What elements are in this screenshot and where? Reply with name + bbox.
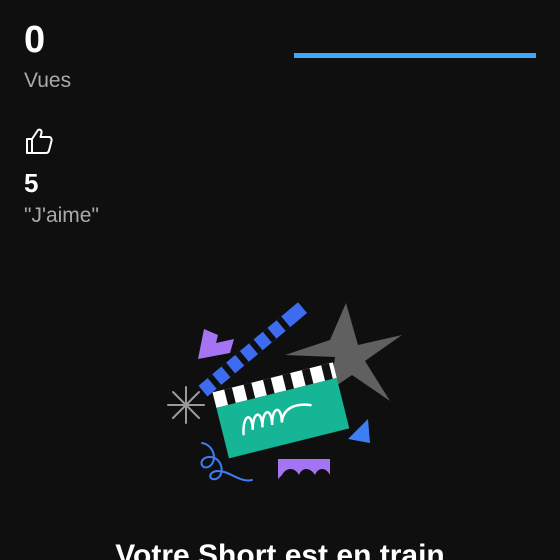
upload-progress-bar	[294, 53, 536, 58]
likes-label: "J'aime"	[24, 204, 99, 227]
thumbs-up-icon	[26, 128, 53, 154]
purple-shape	[198, 329, 234, 359]
upload-status-text: Votre Short est en train	[115, 539, 445, 560]
clapper-board	[212, 362, 350, 459]
views-label: Vues	[24, 69, 72, 92]
sparkle-shape	[167, 386, 205, 424]
blue-triangle	[348, 419, 370, 443]
clapperboard-illustration	[167, 302, 402, 482]
purple-arch	[278, 459, 330, 479]
likes-count: 5	[24, 168, 39, 198]
upload-progress-fill	[294, 53, 536, 58]
views-count: 0	[24, 19, 46, 61]
